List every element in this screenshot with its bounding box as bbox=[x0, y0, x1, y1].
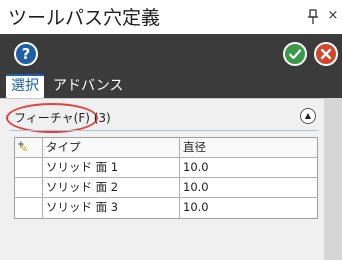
add-edit-icon[interactable]: + ✎ bbox=[15, 138, 43, 157]
type-cell: ソリッド 面 3 bbox=[43, 198, 180, 218]
accept-button[interactable] bbox=[283, 42, 307, 66]
diameter-cell[interactable]: 10.0 bbox=[180, 178, 317, 197]
column-header-diameter[interactable]: 直径 bbox=[180, 138, 317, 157]
section-divider bbox=[10, 130, 318, 131]
feature-section-header[interactable]: フィーチャ(F) (3) ▲ bbox=[4, 103, 322, 133]
title-bar: ツールパス穴定義 × bbox=[0, 0, 342, 34]
row-selector[interactable] bbox=[15, 158, 43, 177]
dialog-toolbar: ? bbox=[0, 34, 342, 74]
close-icon[interactable]: × bbox=[326, 6, 340, 26]
pin-icon[interactable] bbox=[306, 9, 320, 25]
window-title: ツールパス穴定義 bbox=[8, 7, 161, 29]
help-button[interactable]: ? bbox=[14, 42, 38, 66]
cancel-button[interactable] bbox=[314, 42, 338, 66]
tab-strip: 選択 アドバンス bbox=[0, 74, 342, 98]
selection-panel: フィーチャ(F) (3) ▲ + ✎ タイプ 直径 ソリッド 面 1 10.0 … bbox=[0, 98, 342, 260]
feature-section-label: フィーチャ(F) (3) bbox=[14, 111, 111, 125]
pencil-icon: ✎ bbox=[19, 142, 29, 155]
checkmark-icon bbox=[288, 49, 302, 60]
table-row[interactable]: ソリッド 面 1 10.0 bbox=[15, 158, 317, 178]
table-row[interactable]: ソリッド 面 2 10.0 bbox=[15, 178, 317, 198]
table-row[interactable]: ソリッド 面 3 10.0 bbox=[15, 198, 317, 218]
column-header-type[interactable]: タイプ bbox=[43, 138, 180, 157]
feature-table: + ✎ タイプ 直径 ソリッド 面 1 10.0 ソリッド 面 2 10.0 ソ… bbox=[14, 137, 318, 219]
row-selector[interactable] bbox=[15, 198, 43, 218]
type-cell: ソリッド 面 1 bbox=[43, 158, 180, 177]
type-cell: ソリッド 面 2 bbox=[43, 178, 180, 197]
collapse-up-icon[interactable]: ▲ bbox=[300, 108, 316, 124]
cancel-x-icon bbox=[320, 48, 332, 60]
tab-selection[interactable]: 選択 bbox=[6, 74, 44, 98]
row-selector[interactable] bbox=[15, 178, 43, 197]
table-header-row: + ✎ タイプ 直径 bbox=[15, 138, 317, 158]
help-icon: ? bbox=[21, 45, 31, 63]
vertical-scrollbar[interactable] bbox=[324, 98, 342, 260]
diameter-cell[interactable]: 10.0 bbox=[180, 158, 317, 177]
diameter-cell[interactable]: 10.0 bbox=[180, 198, 317, 218]
tab-advanced[interactable]: アドバンス bbox=[48, 74, 128, 98]
